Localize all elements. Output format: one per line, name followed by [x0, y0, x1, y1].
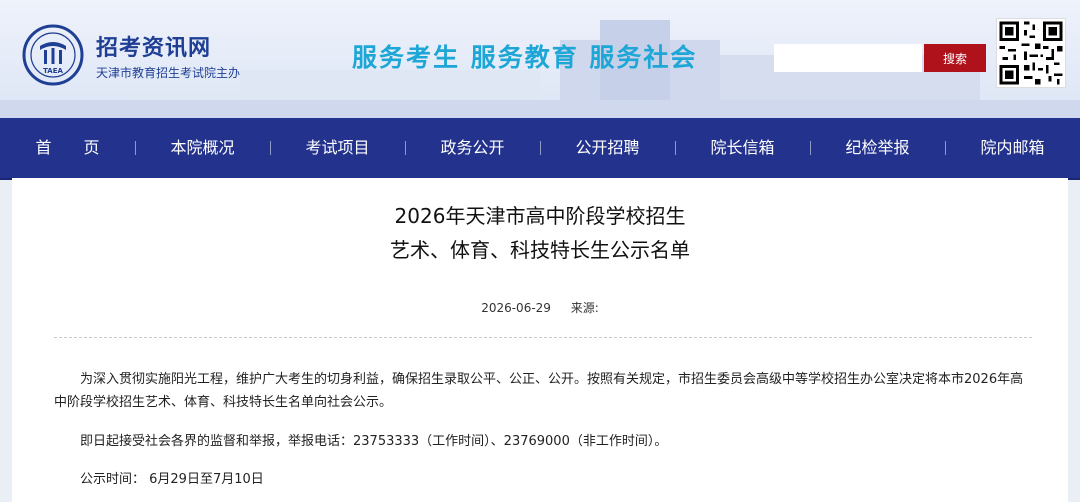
nav-item-discipline-report[interactable]: 纪检举报 [810, 118, 945, 178]
main-nav: 首 页 本院概况 考试项目 政务公开 公开招聘 院长信箱 纪检举报 院内邮箱 [0, 118, 1080, 178]
search-box: 搜索 [774, 44, 986, 72]
search-input[interactable] [774, 44, 922, 72]
site-header: TAEA 招考资讯网 天津市教育招生考试院主办 服务考生 服务教育 服务社会 搜… [0, 0, 1080, 118]
nav-item-about[interactable]: 本院概况 [135, 118, 270, 178]
qr-code-icon [996, 18, 1066, 88]
article-paragraph: 为深入贯彻实施阳光工程，维护广大考生的切身利益，确保招生录取公平、公正、公开。按… [54, 372, 1024, 410]
logo-text: TAEA [43, 67, 63, 75]
article-title-line2: 艺术、体育、科技特长生公示名单 [390, 238, 690, 262]
article-source: 来源: [570, 301, 599, 315]
site-title[interactable]: 招考资讯网 [96, 30, 211, 62]
article-date: 2026-06-29 [481, 301, 551, 315]
nav-item-director-mailbox[interactable]: 院长信箱 [675, 118, 810, 178]
search-button[interactable]: 搜索 [924, 44, 986, 72]
header-slogan: 服务考生 服务教育 服务社会 [352, 43, 698, 72]
article-title-line1: 2026年天津市高中阶段学校招生 [394, 204, 686, 228]
nav-item-government-affairs[interactable]: 政务公开 [405, 118, 540, 178]
article-paragraph: 即日起接受社会各界的监督和举报，举报电话：23753333（工作时间）、2376… [80, 434, 668, 449]
header-background [0, 100, 1080, 118]
article-meta: 2026-06-29 来源: [12, 299, 1068, 316]
article-container: 2026年天津市高中阶段学校招生 艺术、体育、科技特长生公示名单 2026-06… [12, 178, 1068, 502]
nav-item-recruitment[interactable]: 公开招聘 [540, 118, 675, 178]
article-paragraph: 公示时间： 6月29日至7月10日 [80, 472, 264, 487]
site-subtitle: 天津市教育招生考试院主办 [96, 66, 241, 80]
nav-item-home[interactable]: 首 页 [0, 118, 135, 178]
nav-item-exams[interactable]: 考试项目 [270, 118, 405, 178]
nav-item-internal-mail[interactable]: 院内邮箱 [945, 118, 1080, 178]
divider [54, 337, 1032, 338]
taea-logo-icon[interactable]: TAEA [22, 24, 84, 86]
